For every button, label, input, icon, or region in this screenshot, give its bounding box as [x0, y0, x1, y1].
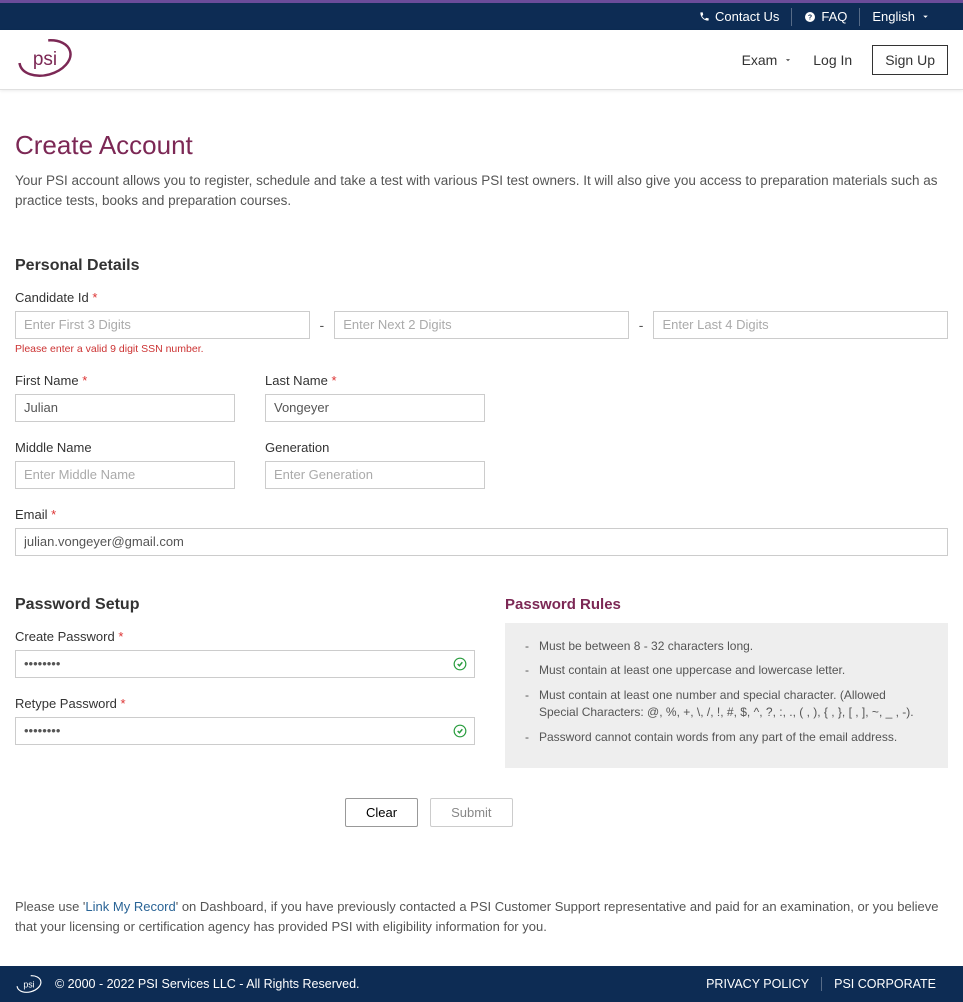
- chevron-down-icon: [783, 55, 793, 65]
- password-rules-list: Must be between 8 - 32 characters long. …: [505, 623, 948, 769]
- candidate-id-part1-input[interactable]: [15, 311, 310, 339]
- copyright-text: © 2000 - 2022 PSI Services LLC - All Rig…: [55, 977, 360, 991]
- phone-icon: [699, 11, 710, 22]
- link-my-record-link[interactable]: Link My Record: [85, 899, 175, 914]
- last-name-input[interactable]: [265, 394, 485, 422]
- page-description: Your PSI account allows you to register,…: [15, 171, 948, 212]
- middle-name-input[interactable]: [15, 461, 235, 489]
- password-rule-item: Must contain at least one number and spe…: [525, 687, 928, 721]
- first-name-group: First Name *: [15, 373, 235, 422]
- main-header: psi Exam Log In Sign Up: [0, 30, 963, 90]
- login-link[interactable]: Log In: [813, 52, 852, 68]
- retype-password-label: Retype Password *: [15, 696, 475, 711]
- retype-password-input[interactable]: [15, 717, 475, 745]
- personal-details-heading: Personal Details: [15, 257, 948, 275]
- email-label: Email *: [15, 507, 948, 522]
- faq-link[interactable]: ? FAQ: [792, 8, 860, 26]
- first-name-label: First Name *: [15, 373, 235, 388]
- svg-text:psi: psi: [23, 980, 34, 990]
- password-rules-heading: Password Rules: [505, 596, 948, 613]
- middle-name-group: Middle Name: [15, 440, 235, 489]
- password-rule-item: Must be between 8 - 32 characters long.: [525, 638, 928, 655]
- candidate-id-part3-input[interactable]: [653, 311, 948, 339]
- generation-input[interactable]: [265, 461, 485, 489]
- header-nav: Exam Log In Sign Up: [742, 45, 948, 75]
- candidate-id-group: Candidate Id * - - Please enter a valid …: [15, 290, 948, 355]
- exam-dropdown[interactable]: Exam: [742, 52, 794, 68]
- create-password-label: Create Password *: [15, 629, 475, 644]
- last-name-group: Last Name *: [265, 373, 485, 422]
- separator: -: [639, 317, 644, 333]
- first-name-input[interactable]: [15, 394, 235, 422]
- retype-password-group: Retype Password *: [15, 696, 475, 745]
- svg-text:?: ?: [808, 14, 812, 21]
- svg-text:psi: psi: [33, 49, 57, 70]
- last-name-label: Last Name *: [265, 373, 485, 388]
- language-selector[interactable]: English: [860, 8, 948, 26]
- create-password-input[interactable]: [15, 650, 475, 678]
- page-title: Create Account: [15, 130, 948, 161]
- form-buttons: Clear Submit: [345, 798, 948, 827]
- password-setup-heading: Password Setup: [15, 596, 475, 614]
- create-password-group: Create Password *: [15, 629, 475, 678]
- password-setup: Password Setup Create Password * Retype …: [15, 596, 475, 769]
- checkmark-icon: [453, 724, 467, 738]
- chevron-down-icon: [920, 11, 931, 22]
- clear-button[interactable]: Clear: [345, 798, 418, 827]
- checkmark-icon: [453, 657, 467, 671]
- contact-us-label: Contact Us: [715, 9, 779, 24]
- help-icon: ?: [804, 11, 816, 23]
- separator: -: [320, 317, 325, 333]
- language-label: English: [872, 9, 915, 24]
- email-input[interactable]: [15, 528, 948, 556]
- password-rule-item: Password cannot contain words from any p…: [525, 729, 928, 746]
- privacy-policy-link[interactable]: PRIVACY POLICY: [694, 977, 822, 991]
- password-rule-item: Must contain at least one uppercase and …: [525, 662, 928, 679]
- footer: psi © 2000 - 2022 PSI Services LLC - All…: [0, 966, 963, 1002]
- faq-label: FAQ: [821, 9, 847, 24]
- candidate-id-label: Candidate Id *: [15, 290, 948, 305]
- contact-us-link[interactable]: Contact Us: [687, 8, 792, 26]
- email-group: Email *: [15, 507, 948, 556]
- psi-logo[interactable]: psi: [15, 38, 75, 81]
- submit-button[interactable]: Submit: [430, 798, 512, 827]
- exam-label: Exam: [742, 52, 778, 68]
- password-rules: Password Rules Must be between 8 - 32 ch…: [505, 596, 948, 769]
- generation-group: Generation: [265, 440, 485, 489]
- middle-name-label: Middle Name: [15, 440, 235, 455]
- link-record-notice: Please use 'Link My Record' on Dashboard…: [0, 897, 963, 936]
- top-bar: Contact Us ? FAQ English: [0, 0, 963, 30]
- psi-corporate-link[interactable]: PSI CORPORATE: [822, 977, 948, 991]
- psi-logo-footer: psi: [15, 974, 43, 994]
- candidate-id-error: Please enter a valid 9 digit SSN number.: [15, 343, 948, 355]
- signup-button[interactable]: Sign Up: [872, 45, 948, 75]
- candidate-id-part2-input[interactable]: [334, 311, 629, 339]
- main-content: Create Account Your PSI account allows y…: [0, 90, 963, 847]
- generation-label: Generation: [265, 440, 485, 455]
